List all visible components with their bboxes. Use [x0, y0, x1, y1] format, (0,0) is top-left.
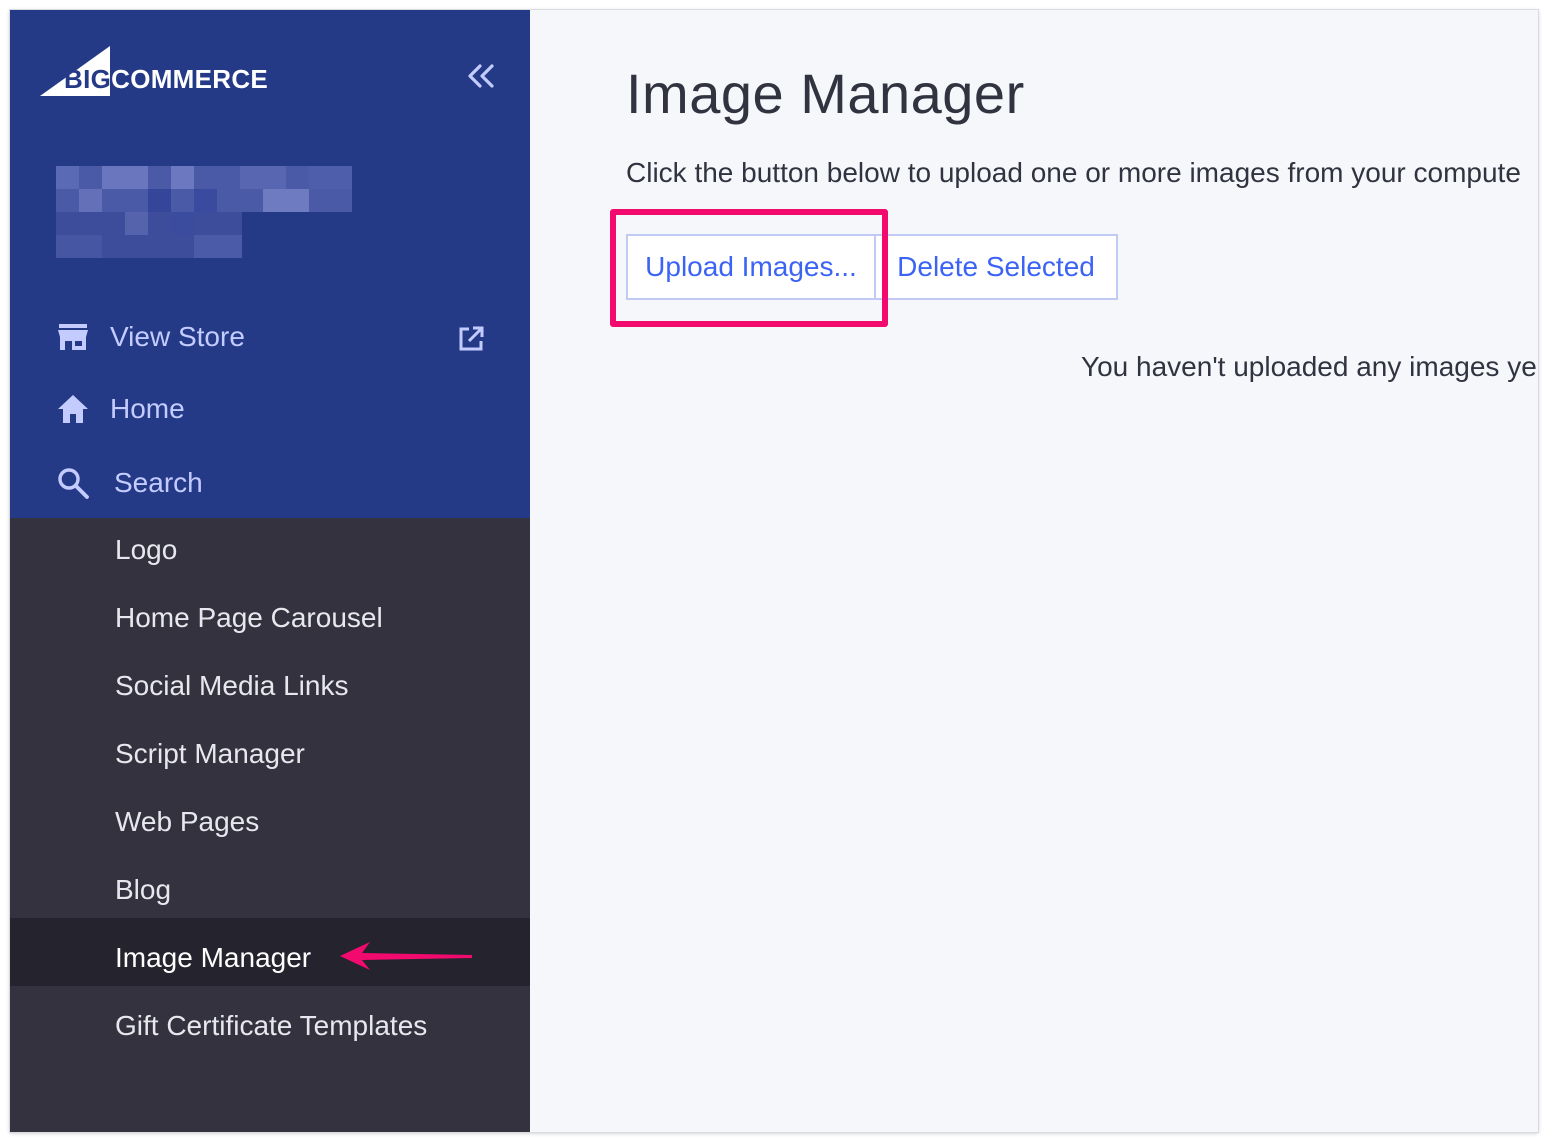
sidebar-item-blog[interactable]: Blog	[10, 856, 530, 924]
sidebar-item-label: Home Page Carousel	[115, 602, 383, 633]
search-icon	[58, 468, 89, 499]
double-chevron-left-icon	[468, 64, 494, 88]
sidebar-item-gift-certificate-templates[interactable]: Gift Certificate Templates	[10, 992, 530, 1060]
main-content: Image Manager Click the button below to …	[530, 10, 1538, 1132]
page-title: Image Manager	[626, 62, 1025, 125]
storefront-icon	[58, 324, 88, 350]
annotation-arrow-icon	[340, 942, 472, 970]
logo-big-text: BIG	[64, 64, 112, 94]
sidebar-item-label: Gift Certificate Templates	[115, 1010, 428, 1041]
sidebar-item-home-page-carousel[interactable]: Home Page Carousel	[10, 584, 530, 652]
sidebar-item-label: Social Media Links	[115, 670, 349, 701]
sidebar-item-search[interactable]: Search	[10, 454, 530, 510]
sidebar-item-web-pages[interactable]: Web Pages	[10, 788, 530, 856]
sidebar-item-label: Home	[110, 393, 185, 424]
sidebar-item-view-store[interactable]: View Store	[10, 308, 530, 364]
upload-images-button[interactable]: Upload Images...	[626, 234, 876, 300]
sidebar-item-logo[interactable]: Logo	[10, 516, 530, 584]
sidebar-item-label: Image Manager	[115, 942, 312, 973]
sidebar-item-script-manager[interactable]: Script Manager	[10, 720, 530, 788]
sidebar-item-label: Blog	[115, 874, 172, 905]
logo-commerce-text: COMMERCE	[111, 64, 269, 94]
sidebar-item-home[interactable]: Home	[10, 380, 530, 436]
sidebar-item-label: Web Pages	[115, 806, 260, 837]
delete-selected-button[interactable]: Delete Selected	[874, 234, 1118, 300]
store-name-redacted	[56, 166, 352, 258]
collapse-sidebar-button[interactable]	[465, 62, 497, 90]
bigcommerce-logo[interactable]: BIGCOMMERCE	[40, 42, 290, 102]
home-icon	[58, 395, 88, 423]
sidebar-item-social-media-links[interactable]: Social Media Links	[10, 652, 530, 720]
sidebar-header: BIGCOMMERCE View Store Home Search	[10, 10, 530, 518]
empty-state-message: You haven't uploaded any images ye	[1081, 351, 1537, 382]
open-store-external-button[interactable]	[456, 324, 486, 354]
app-window: BIGCOMMERCE View Store Home Search Logo …	[10, 10, 1538, 1132]
sidebar-item-label: Search	[114, 467, 203, 498]
sidebar-item-label: Logo	[115, 534, 178, 565]
sidebar-item-label: Script Manager	[115, 738, 305, 769]
upload-instructions: Click the button below to upload one or …	[626, 157, 1521, 188]
sidebar-item-label: View Store	[110, 321, 245, 352]
external-link-icon	[459, 326, 484, 351]
